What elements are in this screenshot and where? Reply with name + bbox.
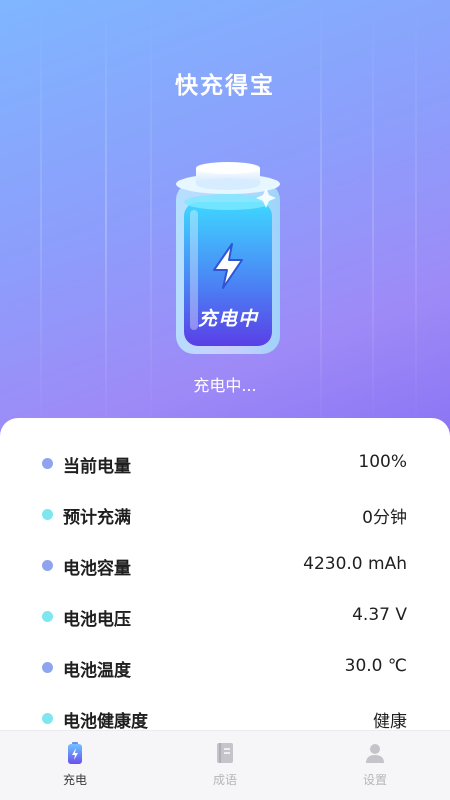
tab-label: 成语 [212,773,237,787]
tab-label: 设置 [362,773,387,787]
bullet-dot [42,611,53,622]
info-value: 30.0 ℃ [344,656,407,676]
tab-label: 充电 [62,773,87,787]
info-row-time-to-full: 预计充满 0分钟 [0,489,450,541]
app-title: 快充得宝 [175,73,275,99]
tab-settings[interactable]: 设置 [300,731,450,800]
info-row-temperature: 电池温度 30.0 ℃ [0,642,450,694]
info-row-capacity: 电池容量 4230.0 mAh [0,540,450,592]
bullet-dot [42,713,53,724]
info-label: 电池健康度 [63,712,148,732]
info-row-voltage: 电池电压 4.37 V [0,591,450,643]
bullet-dot [42,662,53,673]
bullet-dot [42,509,53,520]
info-label: 预计充满 [63,508,131,528]
bullet-dot [42,560,53,571]
hero-banner: 快充得宝 充电中 充电中... [0,0,450,440]
battery-charge-icon [68,742,82,764]
charging-status-text: 充电中... [193,376,257,395]
battery-info-card: 当前电量 100% 预计充满 0分钟 电池容量 4230.0 mAh 电池电压 … [0,418,450,740]
tab-charge[interactable]: 充电 [0,731,150,800]
info-label: 当前电量 [63,457,131,477]
info-value: 100% [358,452,407,472]
bullet-dot [42,458,53,469]
bottom-tab-bar: 充电 成语 设置 [0,730,450,800]
charging-bolt-icon [208,242,248,290]
info-label: 电池温度 [63,661,131,681]
book-icon [217,743,233,763]
info-value: 4230.0 mAh [303,554,407,574]
info-label: 电池容量 [63,559,131,579]
info-value: 4.37 V [352,605,407,625]
battery-badge-text: 充电中 [197,308,258,330]
info-value: 0分钟 [362,508,407,528]
person-icon [366,744,384,763]
info-row-current-level: 当前电量 100% [0,438,450,490]
info-value: 健康 [373,712,407,732]
tab-idioms[interactable]: 成语 [150,731,300,800]
info-label: 电池电压 [63,610,131,630]
